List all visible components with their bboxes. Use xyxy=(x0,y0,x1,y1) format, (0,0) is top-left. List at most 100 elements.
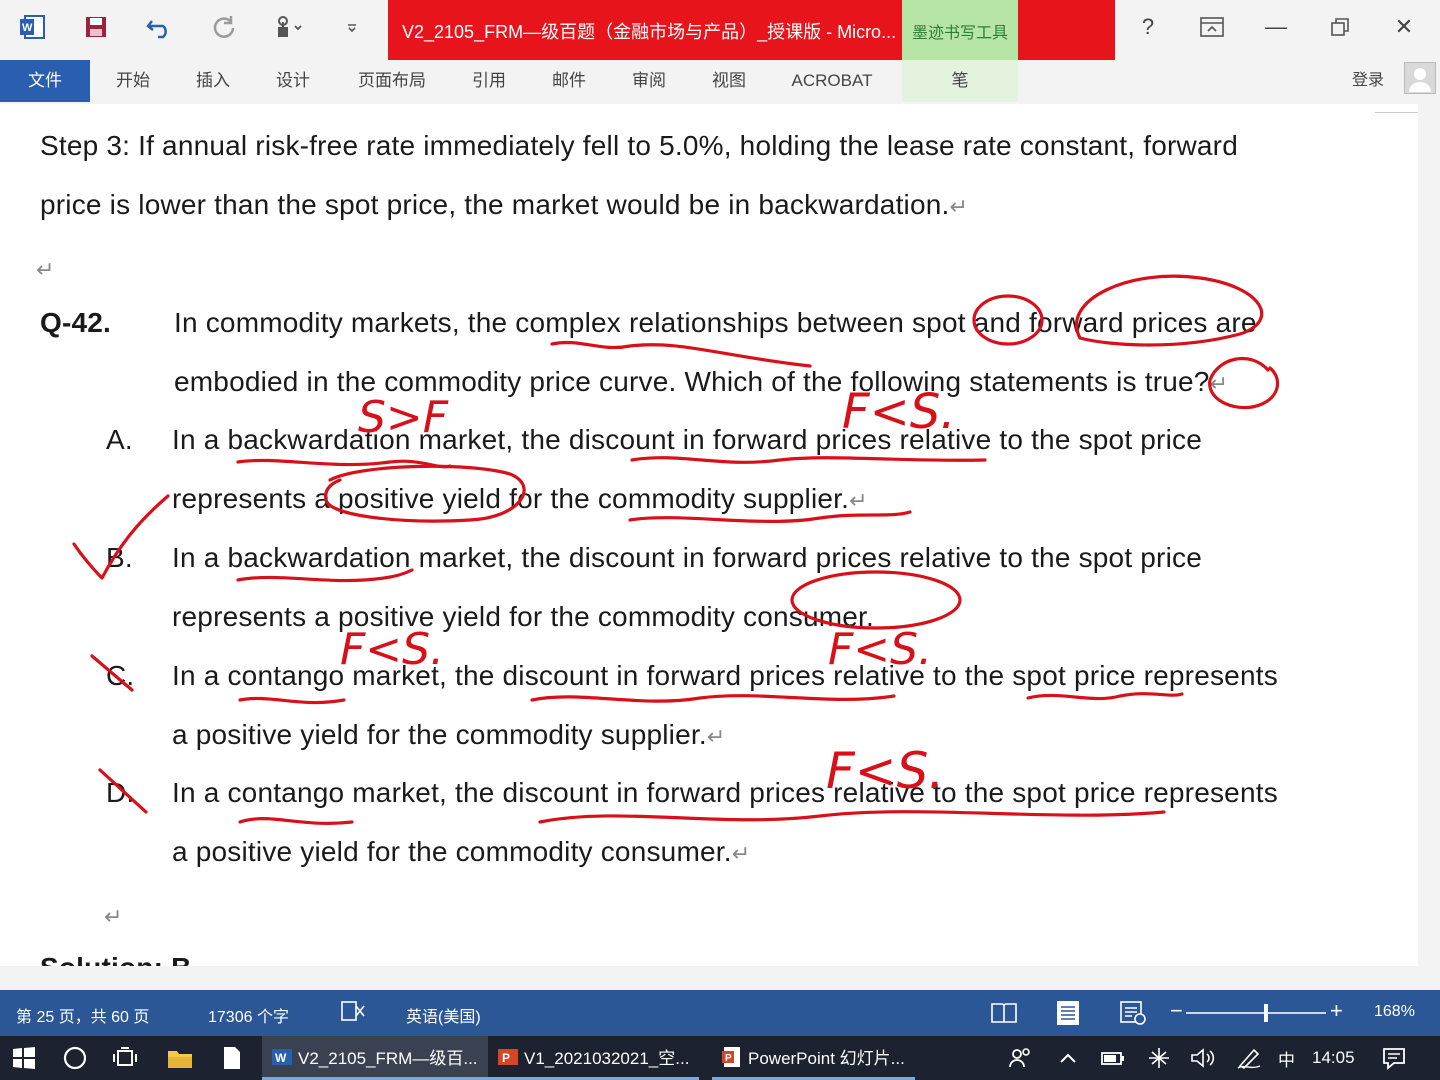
ribbon-display-options-button[interactable] xyxy=(1180,0,1244,54)
tab-home[interactable]: 开始 xyxy=(100,60,166,102)
ink-tools-label: 墨迹书写工具 xyxy=(911,25,1008,42)
tab-references[interactable]: 引用 xyxy=(456,60,522,102)
paragraph-mark: ↵ xyxy=(731,841,751,866)
title-bar: W V2_2105_FRM—级百题（金融市场与产品）_授课版 - Micro..… xyxy=(0,0,1440,60)
print-layout-icon[interactable] xyxy=(1056,1000,1080,1031)
option-a-line-2: represents a positive yield for the comm… xyxy=(172,483,868,515)
option-c-letter: C. xyxy=(106,660,135,691)
tab-page-layout[interactable]: 页面布局 xyxy=(346,60,438,102)
paragraph-mark: ↵ xyxy=(104,904,123,929)
paragraph-mark: ↵ xyxy=(849,488,868,513)
taskbar-app-powerpoint-slideshow[interactable]: P PowerPoint 幻灯片... xyxy=(712,1036,915,1080)
svg-text:W: W xyxy=(22,22,33,34)
option-d-line-2-text: a positive yield for the commodity consu… xyxy=(172,836,732,867)
windows-taskbar: W V2_2105_FRM—级百... P V1_2021032021_空...… xyxy=(0,1036,1440,1080)
document-icon[interactable] xyxy=(222,1036,242,1080)
restore-button[interactable] xyxy=(1308,0,1372,54)
quick-access-toolbar: W xyxy=(0,0,384,54)
zoom-slider-thumb[interactable] xyxy=(1263,1004,1268,1022)
task-view-icon[interactable] xyxy=(112,1036,138,1080)
solution-heading: Solution: B xyxy=(40,952,192,966)
taskbar-app-powerpoint-file[interactable]: P V1_2021032021_空... xyxy=(488,1036,700,1080)
proofing-icon[interactable] xyxy=(340,1000,366,1027)
option-d-line-2: a positive yield for the commodity consu… xyxy=(172,836,750,868)
tab-file[interactable]: 文件 xyxy=(0,60,90,102)
status-bar: 第 25 页，共 60 页 17306 个字 英语(美国) − + 168% xyxy=(0,990,1440,1036)
tab-review[interactable]: 审阅 xyxy=(616,60,682,102)
paragraph-mark: ↵ xyxy=(706,724,726,749)
step3-line-2: price is lower than the spot price, the … xyxy=(40,189,968,221)
battery-icon[interactable] xyxy=(1100,1036,1126,1080)
taskbar-app-word-label: V2_2105_FRM—级百... xyxy=(298,1049,478,1068)
question-line-2: embodied in the commodity price curve. W… xyxy=(174,366,1228,398)
svg-text:W: W xyxy=(275,1051,287,1065)
avatar[interactable] xyxy=(1404,62,1436,94)
tab-design[interactable]: 设计 xyxy=(260,60,326,102)
margin-marker xyxy=(1375,112,1418,113)
clock[interactable]: 14:05 xyxy=(1312,1036,1355,1080)
language-indicator[interactable]: 英语(美国) xyxy=(406,1003,481,1027)
ink-tools-contextual-tab[interactable]: 墨迹书写工具 xyxy=(902,0,1018,60)
option-b-letter: B. xyxy=(106,542,133,573)
show-hidden-icons-chevron-up-icon[interactable] xyxy=(1058,1036,1078,1080)
option-d-letter: D. xyxy=(106,777,135,808)
save-icon[interactable] xyxy=(64,0,128,54)
option-c-line-1: In a contango market, the discount in fo… xyxy=(172,660,1278,691)
step3-line-1: Step 3: If annual risk-free rate immedia… xyxy=(40,130,1238,161)
web-layout-icon[interactable] xyxy=(1120,1000,1148,1031)
file-explorer-icon[interactable] xyxy=(166,1036,194,1080)
vertical-scroll-gutter[interactable] xyxy=(1418,104,1440,966)
option-c-line-2: a positive yield for the commodity suppl… xyxy=(172,719,725,751)
taskbar-app-powerpoint-file-label: V1_2021032021_空... xyxy=(524,1049,690,1068)
svg-text:P: P xyxy=(725,1053,732,1064)
people-icon[interactable] xyxy=(1008,1036,1032,1080)
taskbar-app-powerpoint-slideshow-label: PowerPoint 幻灯片... xyxy=(748,1049,905,1068)
volume-icon[interactable] xyxy=(1190,1036,1216,1080)
help-button[interactable]: ? xyxy=(1116,0,1180,54)
question-label: Q-42. xyxy=(40,307,112,338)
tab-mailings[interactable]: 邮件 xyxy=(536,60,602,102)
document-page[interactable]: Step 3: If annual risk-free rate immedia… xyxy=(0,104,1418,966)
option-b-line-1: In a backwardation market, the discount … xyxy=(172,542,1202,573)
option-b-line-2: represents a positive yield for the comm… xyxy=(172,601,874,632)
word-window: W V2_2105_FRM—级百题（金融市场与产品）_授课版 - Micro..… xyxy=(0,0,1440,1080)
tab-view[interactable]: 视图 xyxy=(696,60,762,102)
minimize-button[interactable]: — xyxy=(1244,0,1308,54)
undo-icon[interactable] xyxy=(128,0,192,54)
empty-paragraph: ↵ xyxy=(36,252,55,284)
tab-insert[interactable]: 插入 xyxy=(180,60,246,102)
read-mode-icon[interactable] xyxy=(990,1000,1018,1029)
tab-pen[interactable]: 笔 xyxy=(902,60,1018,102)
option-d-line-1: In a contango market, the discount in fo… xyxy=(172,777,1278,808)
word-app-icon[interactable]: W xyxy=(0,0,64,54)
paragraph-mark: ↵ xyxy=(949,194,969,219)
cortana-search-icon[interactable] xyxy=(62,1036,88,1080)
svg-text:P: P xyxy=(502,1051,510,1065)
zoom-in-button[interactable]: + xyxy=(1330,998,1343,1024)
zoom-slider[interactable] xyxy=(1186,1012,1326,1014)
redo-icon[interactable] xyxy=(192,0,256,54)
network-icon[interactable] xyxy=(1146,1036,1172,1080)
page-count[interactable]: 第 25 页，共 60 页 xyxy=(16,1003,149,1027)
zoom-level[interactable]: 168% xyxy=(1374,1003,1415,1021)
paragraph-mark: ↵ xyxy=(36,257,55,282)
empty-paragraph-2: ↵ xyxy=(104,899,123,931)
option-a-line-2-text: represents a positive yield for the comm… xyxy=(172,483,850,514)
zoom-out-button[interactable]: − xyxy=(1170,998,1183,1024)
ime-indicator[interactable]: 中 xyxy=(1278,1036,1295,1080)
action-center-icon[interactable] xyxy=(1382,1036,1406,1080)
pen-ink-workspace-icon[interactable] xyxy=(1236,1036,1262,1080)
customize-qat-icon[interactable] xyxy=(320,0,384,54)
option-a-letter: A. xyxy=(106,424,133,455)
taskbar-app-word[interactable]: W V2_2105_FRM—级百... xyxy=(262,1036,488,1080)
close-button[interactable]: ✕ xyxy=(1372,0,1436,54)
window-title: V2_2105_FRM—级百题（金融市场与产品）_授课版 - Micro... xyxy=(402,22,897,42)
question-line-1: In commodity markets, the complex relati… xyxy=(174,307,1257,338)
tab-acrobat[interactable]: ACROBAT xyxy=(778,60,886,102)
sign-in-link[interactable]: 登录 xyxy=(1352,66,1384,90)
touch-mode-icon[interactable] xyxy=(256,0,320,54)
start-button[interactable] xyxy=(12,1036,36,1080)
word-count[interactable]: 17306 个字 xyxy=(208,1003,289,1027)
question-line-2-text: embodied in the commodity price curve. W… xyxy=(174,366,1210,397)
step3-line-2-text: price is lower than the spot price, the … xyxy=(40,189,950,220)
